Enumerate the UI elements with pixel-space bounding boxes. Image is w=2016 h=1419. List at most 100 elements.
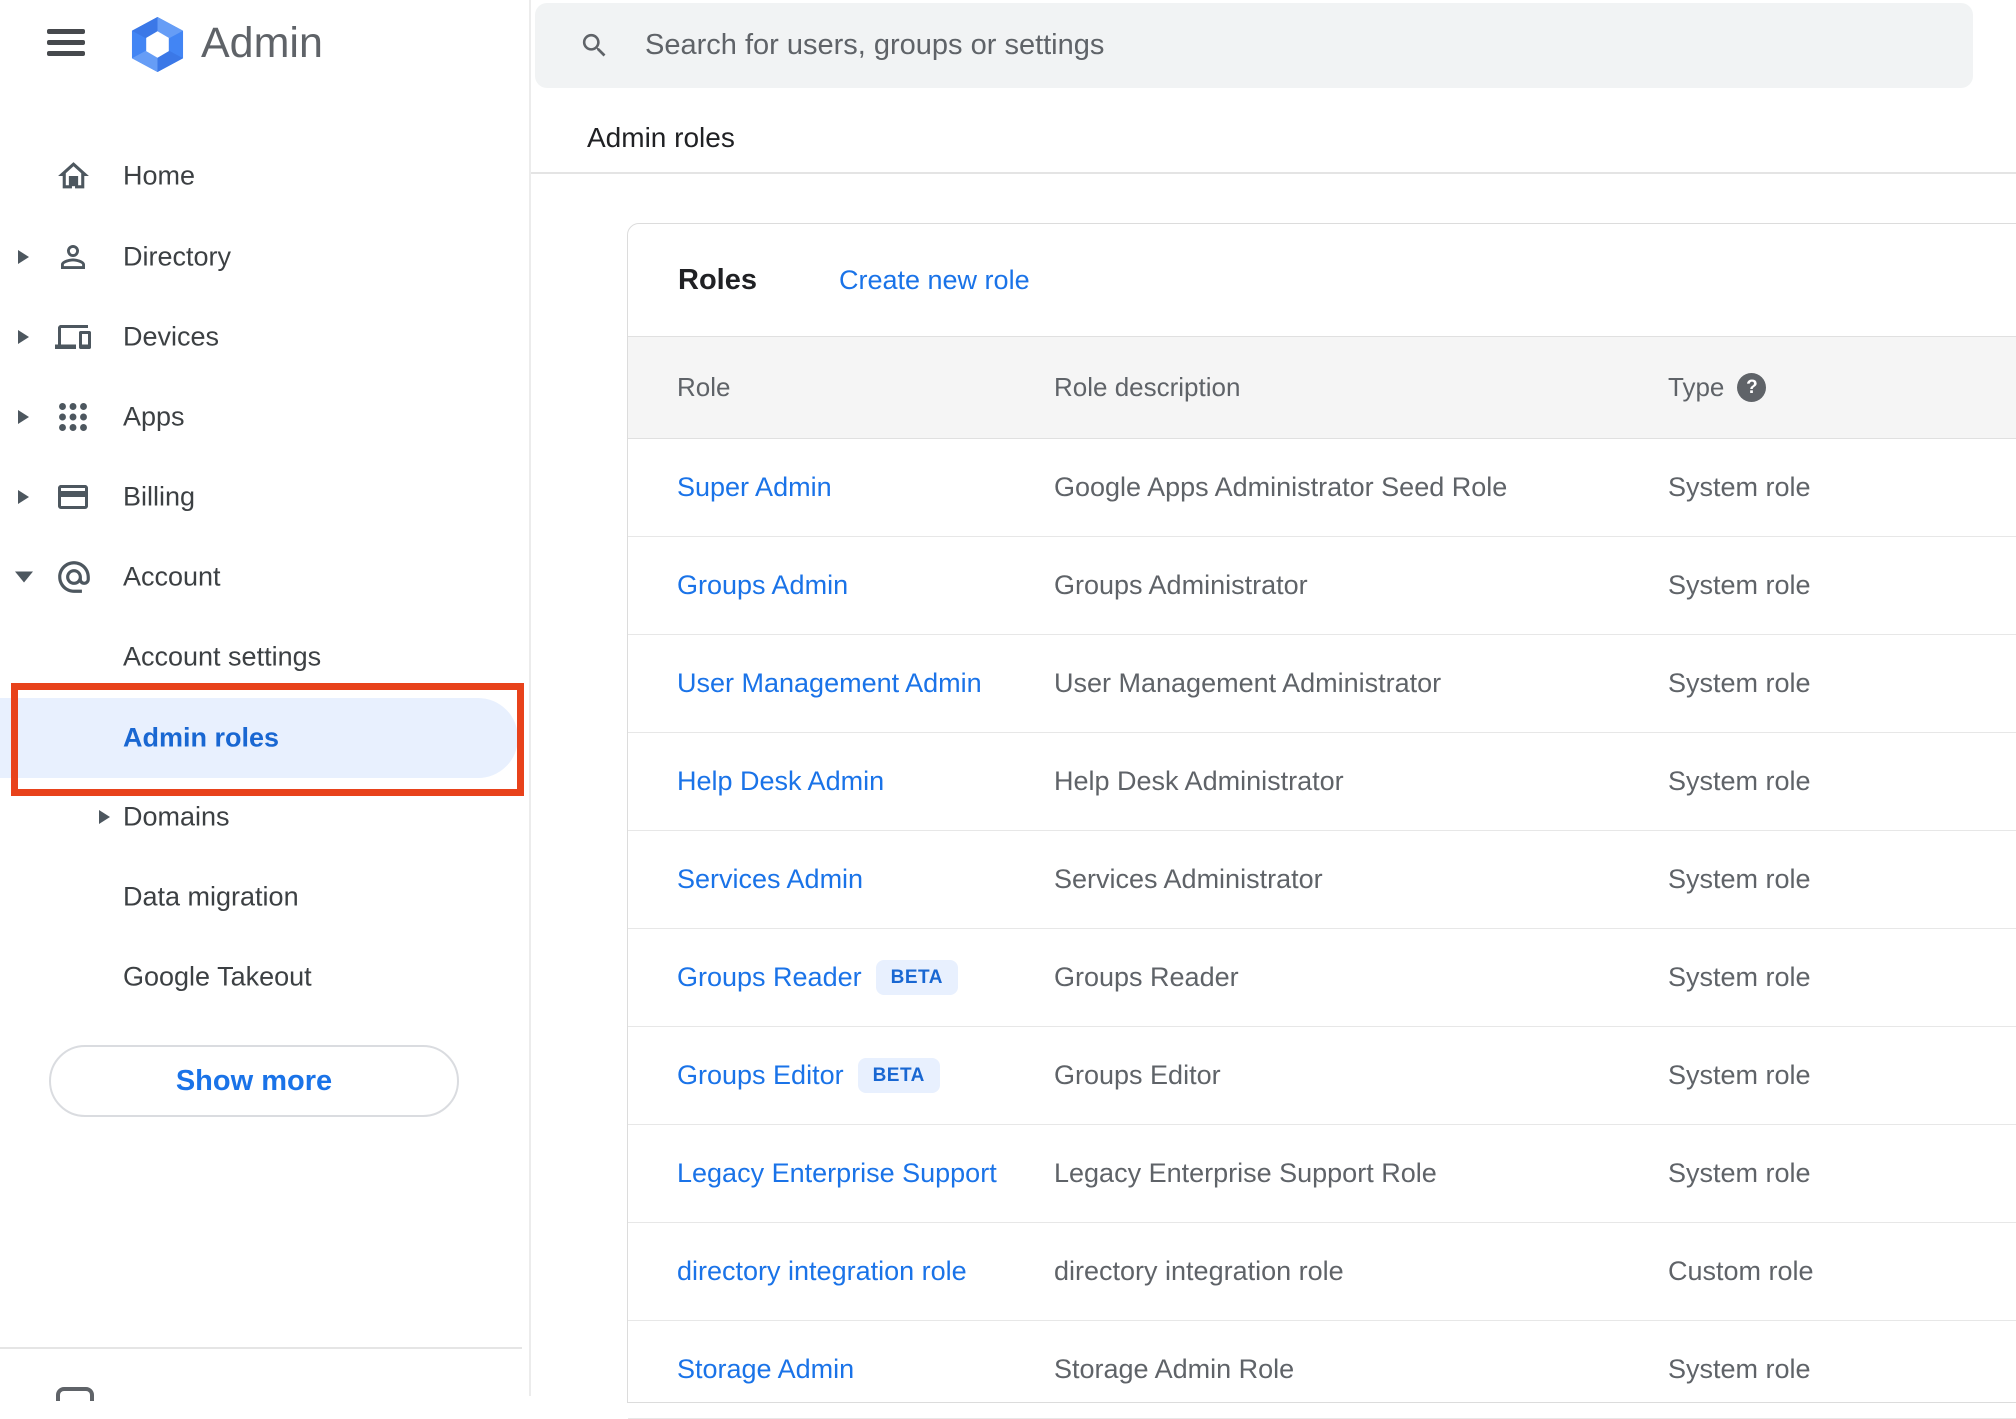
column-header-role: Role <box>677 372 731 402</box>
home-icon <box>58 162 89 189</box>
sidebar-item-account[interactable]: Account <box>0 537 520 617</box>
role-description: User Management Administrator <box>1054 668 1442 698</box>
sidebar-item-billing[interactable]: Billing <box>0 457 520 537</box>
sidebar-item-data-migration[interactable]: Data migration <box>0 857 520 937</box>
brand-row: Admin <box>0 0 531 97</box>
person-icon <box>61 245 85 269</box>
show-more-label: Show more <box>175 1064 333 1097</box>
role-description: Groups Editor <box>1054 1060 1221 1090</box>
sidebar-item-domains[interactable]: Domains <box>0 777 520 857</box>
role-link[interactable]: Groups Editor <box>677 1060 844 1091</box>
hamburger-menu-icon[interactable] <box>47 29 87 57</box>
search-input[interactable] <box>645 3 1925 88</box>
role-description: Storage Admin Role <box>1054 1354 1295 1384</box>
sidebar-item-account-settings[interactable]: Account settings <box>0 617 520 697</box>
role-type: System role <box>1668 570 1811 600</box>
role-description: Legacy Enterprise Support Role <box>1054 1158 1437 1188</box>
table-row: Groups Editor BETA Groups Editor System … <box>628 1027 2016 1125</box>
sidebar-item-label: Data migration <box>123 881 299 912</box>
hamburger-bar <box>47 51 85 56</box>
credit-card-icon <box>58 485 88 509</box>
role-link[interactable]: Help Desk Admin <box>677 766 884 797</box>
apps-grid-icon <box>59 403 87 431</box>
show-more-button[interactable]: Show more <box>49 1045 459 1117</box>
table-row: Storage Admin Storage Admin Role System … <box>628 1321 2016 1419</box>
search-bar[interactable] <box>535 3 1973 88</box>
column-header-type-label: Type <box>1668 372 1725 402</box>
role-type: System role <box>1668 1354 1811 1384</box>
sidebar-item-admin-roles[interactable]: Admin roles <box>0 698 518 778</box>
role-type: System role <box>1668 1060 1811 1090</box>
column-header-type: Type ? <box>1668 372 2016 403</box>
sidebar-item-google-takeout[interactable]: Google Takeout <box>0 937 520 1017</box>
hamburger-bar <box>47 29 85 34</box>
product-title: Admin <box>201 19 323 67</box>
role-description: Groups Administrator <box>1054 570 1308 600</box>
sidebar-item-label: Apps <box>123 401 185 432</box>
role-link[interactable]: Super Admin <box>677 472 832 503</box>
partial-bottom-icon <box>56 1387 94 1401</box>
role-description: Services Administrator <box>1054 864 1323 894</box>
sidebar: Admin Home Directory Devices Apps Billin… <box>0 0 531 1401</box>
devices-icon <box>55 325 91 349</box>
beta-badge: BETA <box>875 960 958 995</box>
roles-card-header: Roles Create new role <box>628 224 2016 336</box>
at-sign-icon <box>58 561 90 593</box>
role-type: System role <box>1668 472 1811 502</box>
sidebar-item-label: Directory <box>123 241 232 272</box>
role-link[interactable]: User Management Admin <box>677 668 982 699</box>
table-row: directory integration role directory int… <box>628 1223 2016 1321</box>
chevron-right-icon[interactable] <box>18 250 29 264</box>
role-type: System role <box>1668 668 1811 698</box>
beta-badge: BETA <box>857 1058 940 1093</box>
table-row: Services Admin Services Administrator Sy… <box>628 831 2016 929</box>
sidebar-item-label: Devices <box>123 321 220 352</box>
chevron-right-icon[interactable] <box>18 330 29 344</box>
sidebar-item-label: Home <box>123 160 196 191</box>
role-description: Google Apps Administrator Seed Role <box>1054 472 1508 502</box>
sidebar-item-directory[interactable]: Directory <box>0 217 520 297</box>
table-row: Legacy Enterprise Support Legacy Enterpr… <box>628 1125 2016 1223</box>
role-link[interactable]: Services Admin <box>677 864 863 895</box>
role-link[interactable]: directory integration role <box>677 1256 967 1287</box>
role-link[interactable]: Groups Admin <box>677 570 848 601</box>
create-new-role-link[interactable]: Create new role <box>839 265 1030 296</box>
role-type: System role <box>1668 864 1811 894</box>
sidebar-item-home[interactable]: Home <box>0 136 520 216</box>
role-type: Custom role <box>1668 1256 1814 1286</box>
search-icon <box>582 33 606 57</box>
chevron-right-icon[interactable] <box>99 810 110 824</box>
sidebar-item-label: Account settings <box>123 641 322 672</box>
role-description: Groups Reader <box>1054 962 1239 992</box>
sidebar-item-label: Billing <box>123 481 196 512</box>
hamburger-bar <box>47 40 85 45</box>
header-divider <box>531 172 2016 174</box>
sidebar-item-label: Google Takeout <box>123 961 312 992</box>
table-header-row: Role Role description Type ? <box>628 336 2016 439</box>
role-link[interactable]: Legacy Enterprise Support <box>677 1158 997 1189</box>
sidebar-item-apps[interactable]: Apps <box>0 377 520 457</box>
column-header-description: Role description <box>1054 372 1241 402</box>
page-title: Roles <box>678 263 757 296</box>
sidebar-item-label: Admin roles <box>123 722 280 753</box>
sidebar-item-devices[interactable]: Devices <box>0 297 520 377</box>
role-description: Help Desk Administrator <box>1054 766 1344 796</box>
sidebar-item-label: Account <box>123 561 221 592</box>
table-row: Super Admin Google Apps Administrator Se… <box>628 439 2016 537</box>
help-icon[interactable]: ? <box>1737 373 1767 402</box>
table-row: Help Desk Admin Help Desk Administrator … <box>628 733 2016 831</box>
breadcrumb: Admin roles <box>587 122 735 153</box>
roles-card: Roles Create new role Role Role descript… <box>627 223 2016 1419</box>
role-link[interactable]: Groups Reader <box>677 962 862 993</box>
sidebar-bottom-divider <box>0 1347 522 1349</box>
role-type: System role <box>1668 766 1811 796</box>
role-link[interactable]: Storage Admin <box>677 1354 854 1385</box>
role-type: System role <box>1668 1158 1811 1188</box>
chevron-down-icon[interactable] <box>15 571 33 583</box>
chevron-right-icon[interactable] <box>18 410 29 424</box>
table-row: Groups Reader BETA Groups Reader System … <box>628 929 2016 1027</box>
chevron-right-icon[interactable] <box>18 490 29 504</box>
table-row: User Management Admin User Management Ad… <box>628 635 2016 733</box>
role-description: directory integration role <box>1054 1256 1344 1286</box>
table-row: Groups Admin Groups Administrator System… <box>628 537 2016 635</box>
